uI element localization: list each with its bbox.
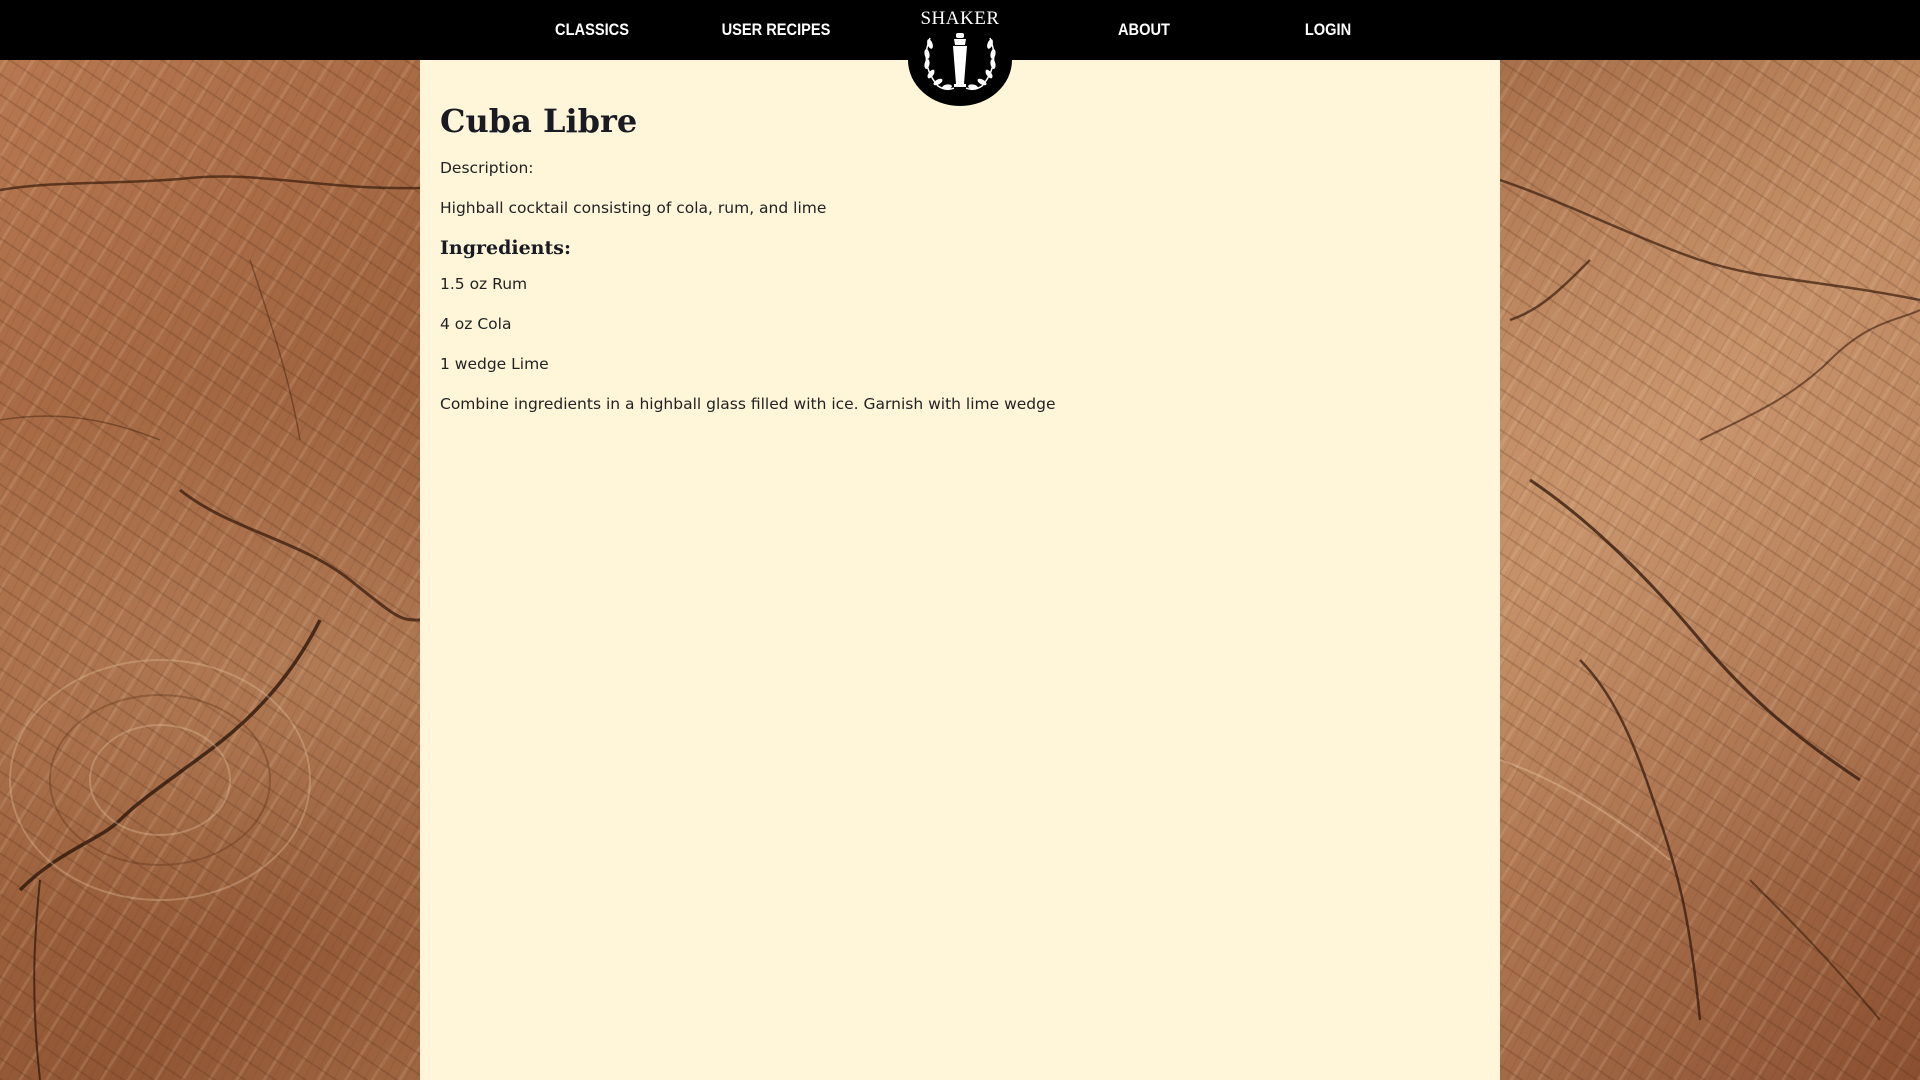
ingredient-item: 1.5 oz Rum <box>440 275 528 293</box>
cocktail-shaker-laurel-icon <box>924 33 996 91</box>
nav-link-user-recipes[interactable]: USER RECIPES <box>721 0 831 60</box>
nav-link-classics[interactable]: CLASSICS <box>547 0 636 60</box>
description-label: Description: <box>440 159 534 177</box>
logo-wordmark: SHAKER <box>920 8 1000 29</box>
wood-texture-right <box>1500 178 1920 1021</box>
recipe-title: Cuba Libre <box>440 102 638 140</box>
shaker-logo[interactable]: SHAKER <box>908 0 1012 106</box>
wood-texture-left <box>0 175 420 1080</box>
instructions-text: Combine ingredients in a highball glass … <box>440 395 1056 413</box>
nav-link-login[interactable]: LOGIN <box>1283 0 1372 60</box>
ingredient-item: 4 oz Cola <box>440 315 512 333</box>
description-text: Highball cocktail consisting of cola, ru… <box>440 199 827 217</box>
recipe-content-panel: Cuba Libre Description: Highball cocktai… <box>420 60 1500 1080</box>
ingredients-heading: Ingredients: <box>440 237 571 259</box>
ingredient-item: 1 wedge Lime <box>440 355 549 373</box>
nav-link-about[interactable]: ABOUT <box>1099 0 1188 60</box>
